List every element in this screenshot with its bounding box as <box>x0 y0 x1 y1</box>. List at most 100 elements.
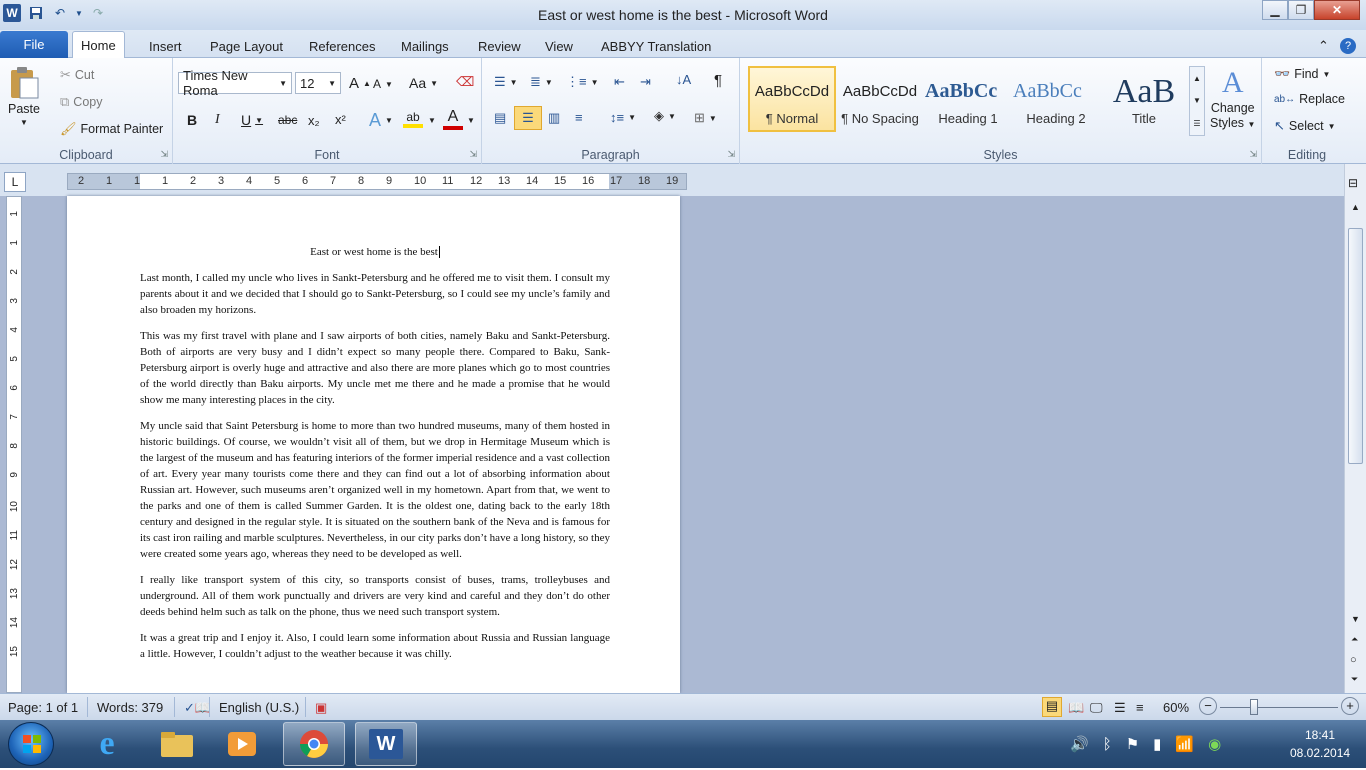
bold-button[interactable]: B <box>187 112 197 128</box>
zoom-slider-track[interactable] <box>1220 707 1338 708</box>
tab-page-layout[interactable]: Page Layout <box>202 34 291 58</box>
scrollbar-thumb[interactable] <box>1348 228 1363 464</box>
paragraph-2[interactable]: This was my first travel with plane and … <box>140 328 610 408</box>
help-icon[interactable]: ? <box>1340 34 1356 58</box>
tab-home[interactable]: Home <box>72 31 125 59</box>
web-layout-icon[interactable]: 🖵 <box>1090 700 1103 716</box>
close-button[interactable]: ✕ <box>1314 0 1360 20</box>
document-body[interactable]: East or west home is the best Last month… <box>140 244 610 672</box>
tab-review[interactable]: Review <box>470 34 529 58</box>
superscript-button[interactable]: x² <box>335 112 346 127</box>
font-color-button[interactable]: A <box>443 108 463 130</box>
find-button[interactable]: 👓 Find ▼ <box>1274 66 1330 82</box>
tab-insert[interactable]: Insert <box>141 34 190 58</box>
highlight-button[interactable]: ab <box>403 110 423 128</box>
zoom-slider-thumb[interactable] <box>1250 699 1258 715</box>
vertical-ruler[interactable]: 1 1 2 3 4 5 6 7 8 9 10 11 12 13 14 15 <box>6 196 22 693</box>
align-center-button[interactable]: ☰ <box>514 106 542 130</box>
align-right-button[interactable]: ▥ <box>548 110 560 126</box>
tab-selector[interactable]: L <box>4 172 26 192</box>
network-icon[interactable]: 📶 <box>1175 735 1194 753</box>
flag-icon[interactable]: ⚑ <box>1126 735 1139 753</box>
paragraph-4[interactable]: I really like transport system of this c… <box>140 572 610 620</box>
grow-font-button[interactable]: A ▲ <box>349 75 371 92</box>
style-no-spacing[interactable]: AaBbCcDd ¶ No Spacing <box>836 66 924 132</box>
full-screen-reading-icon[interactable]: 📖 <box>1068 700 1084 716</box>
clear-formatting-button[interactable]: ⌫ <box>456 74 474 90</box>
show-formatting-marks-button[interactable]: ¶ <box>714 72 722 89</box>
bullets-button[interactable]: ☰ ▼ <box>494 74 518 90</box>
font-name-select[interactable]: Times New Roma ▼ <box>178 68 292 98</box>
replace-button[interactable]: ab↔ Replace <box>1274 92 1345 106</box>
style-heading-2[interactable]: AaBbCc Heading 2 <box>1012 66 1100 132</box>
security-icon[interactable]: ◉ <box>1208 735 1221 753</box>
styles-gallery-scroll[interactable]: ▲ ▼ ☰ <box>1189 66 1205 136</box>
speaker-icon[interactable]: 🔊 <box>1070 735 1089 753</box>
scroll-up-arrow[interactable]: ▲ <box>1351 202 1360 212</box>
macro-recording-icon[interactable]: ▣ <box>315 700 327 716</box>
horizontal-ruler[interactable]: 2 1 1 1 2 3 4 5 6 7 8 9 10 11 12 13 14 15 16 17 18 19 <box>67 173 687 190</box>
change-styles-button[interactable]: A Change Styles ▼ <box>1210 66 1255 130</box>
select-browse-object-icon[interactable]: ○ <box>1350 654 1357 666</box>
paragraph-launcher-icon[interactable]: ⇲ <box>727 149 735 160</box>
battery-icon[interactable]: ▮ <box>1153 735 1161 753</box>
vertical-scrollbar[interactable]: ⊟ ▲ ▼ ⏶ ○ ⏷ <box>1344 164 1366 693</box>
internet-explorer-icon[interactable]: e <box>76 722 138 766</box>
select-button[interactable]: ↖ Select ▼ <box>1274 118 1336 134</box>
strikethrough-button[interactable]: abc <box>278 113 297 127</box>
paragraph-3[interactable]: My uncle said that Saint Petersburg is h… <box>140 418 610 562</box>
shrink-font-button[interactable]: A ▼ <box>373 77 393 91</box>
highlight-dropdown-icon[interactable]: ▼ <box>428 116 436 125</box>
previous-page-icon[interactable]: ⏶ <box>1351 634 1358 645</box>
format-painter-button[interactable]: 🖌 Format Painter <box>60 121 163 137</box>
justify-button[interactable]: ≡ <box>575 110 583 125</box>
bluetooth-icon[interactable]: ᛒ <box>1103 736 1112 753</box>
more-icon[interactable]: ☰ <box>1193 119 1200 128</box>
style-heading-1[interactable]: AaBbCc Heading 1 <box>924 66 1012 132</box>
subscript-button[interactable]: x₂ <box>308 113 320 128</box>
start-button[interactable] <box>8 722 54 766</box>
numbering-button[interactable]: ≣ ▼ <box>530 74 553 90</box>
minimize-ribbon-icon[interactable]: ⌃ <box>1316 34 1331 58</box>
outline-view-icon[interactable]: ☰ <box>1114 700 1126 716</box>
underline-button[interactable]: U ▼ <box>241 112 263 128</box>
line-spacing-button[interactable]: ↕≡ ▼ <box>610 110 636 125</box>
next-page-icon[interactable]: ⏷ <box>1351 674 1358 685</box>
paragraph-1[interactable]: Last month, I called my uncle who lives … <box>140 270 610 318</box>
increase-indent-button[interactable]: ⇥ <box>640 74 651 90</box>
minimize-button[interactable]: ▁ <box>1262 0 1288 20</box>
tab-mailings[interactable]: Mailings <box>393 34 457 58</box>
scroll-up-icon[interactable]: ▲ <box>1193 74 1201 83</box>
file-explorer-icon[interactable] <box>146 722 208 766</box>
font-launcher-icon[interactable]: ⇲ <box>469 149 477 160</box>
multilevel-list-button[interactable]: ⋮≡ ▼ <box>566 74 599 90</box>
media-player-icon[interactable] <box>211 722 273 766</box>
tab-references[interactable]: References <box>301 34 383 58</box>
italic-button[interactable]: I <box>215 112 220 128</box>
page-count[interactable]: Page: 1 of 1 <box>8 700 78 715</box>
copy-button[interactable]: ⧉ Copy <box>60 94 102 110</box>
word-count[interactable]: Words: 379 <box>97 700 163 715</box>
font-size-select[interactable]: 12 ▼ <box>295 72 341 94</box>
change-case-button[interactable]: Aa ▼ <box>409 75 438 91</box>
shading-button[interactable]: ◈ ▼ <box>654 108 676 124</box>
styles-launcher-icon[interactable]: ⇲ <box>1249 149 1257 160</box>
style-normal[interactable]: AaBbCcDd ¶ Normal <box>748 66 836 132</box>
font-color-dropdown-icon[interactable]: ▼ <box>467 116 475 125</box>
word-icon[interactable]: W <box>355 722 417 766</box>
align-left-button[interactable]: ▤ <box>494 110 506 126</box>
paragraph-5[interactable]: It was a great trip and I enjoy it. Also… <box>140 630 610 662</box>
tab-file[interactable]: File <box>0 31 68 58</box>
text-effects-button[interactable]: A ▼ <box>369 110 393 131</box>
tab-abbyy-translation[interactable]: ABBYY Translation <box>593 34 719 58</box>
chrome-icon[interactable] <box>283 722 345 766</box>
view-ruler-icon[interactable]: ⊟ <box>1348 176 1358 190</box>
clipboard-launcher-icon[interactable]: ⇲ <box>160 149 168 160</box>
paste-button[interactable]: Paste ▼ <box>8 66 40 127</box>
print-layout-view-icon[interactable]: ▤ <box>1042 697 1062 717</box>
zoom-in-button[interactable]: + <box>1341 697 1359 715</box>
cut-button[interactable]: ✂ Cut <box>60 67 94 83</box>
decrease-indent-button[interactable]: ⇤ <box>614 74 625 90</box>
tab-view[interactable]: View <box>537 34 581 58</box>
language[interactable]: English (U.S.) <box>219 700 299 715</box>
